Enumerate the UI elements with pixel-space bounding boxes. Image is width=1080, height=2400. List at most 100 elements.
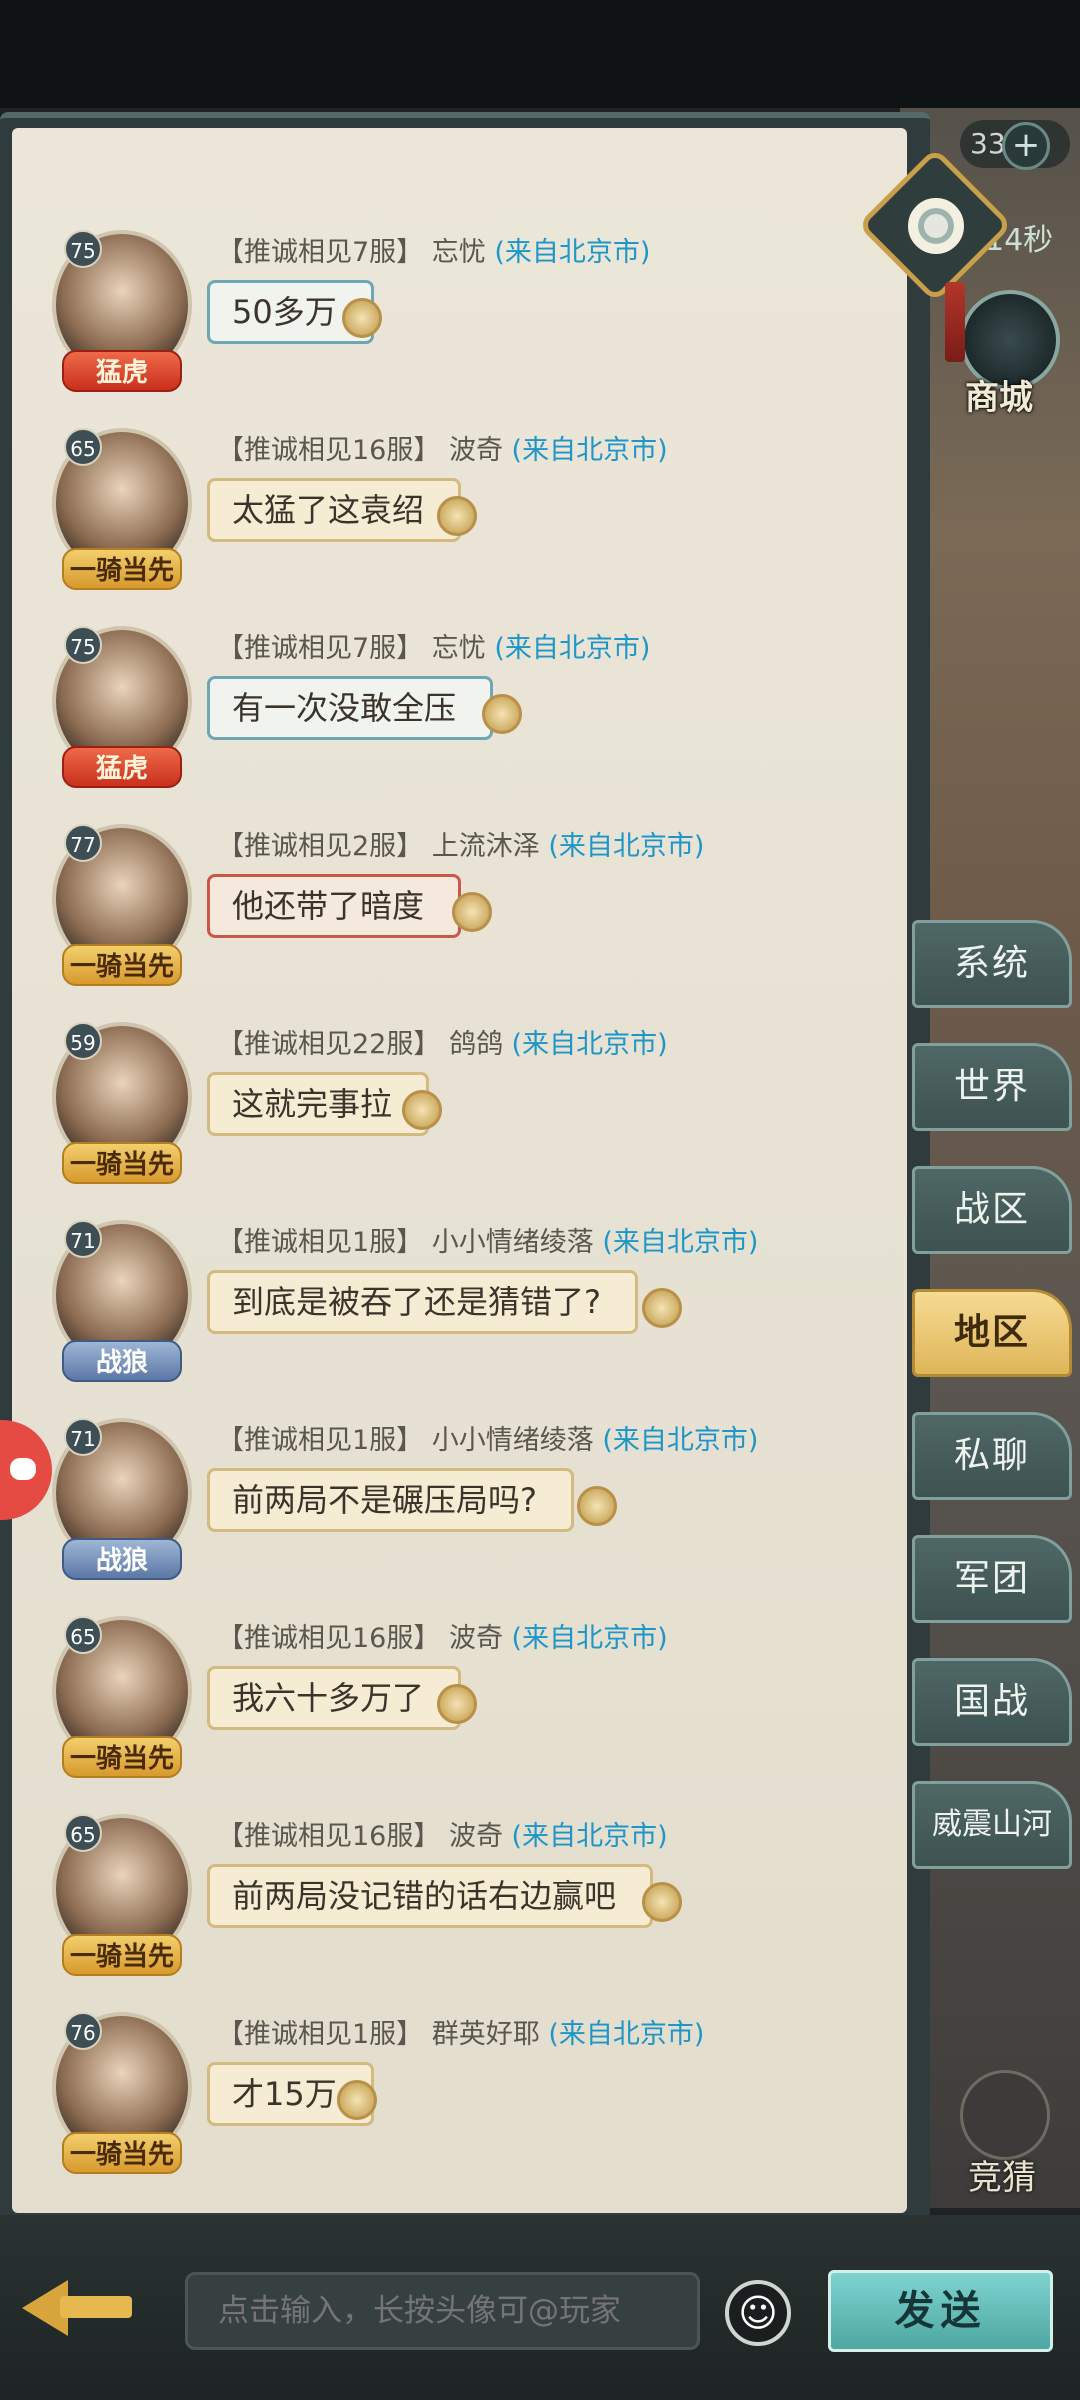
- player-name[interactable]: 群英好耶: [432, 2019, 540, 2050]
- server-tag: 【推诚相见7服】: [217, 633, 424, 664]
- shop-label[interactable]: 商城: [965, 370, 1033, 419]
- chat-message: 76 一骑当先 【推诚相见1服】 群英好耶 (来自北京市) 才15万: [12, 2002, 907, 2192]
- tab-weizhen-shanhe[interactable]: 威震山河: [912, 1781, 1072, 1869]
- message-header: 【推诚相见22服】 鸽鸽 (来自北京市): [217, 1022, 668, 1061]
- bubble-ornament: [402, 1090, 442, 1130]
- server-tag: 【推诚相见22服】: [217, 1029, 441, 1060]
- player-name[interactable]: 鸽鸽: [449, 1029, 503, 1060]
- level-badge: 75: [64, 626, 102, 664]
- server-tag: 【推诚相见1服】: [217, 2019, 424, 2050]
- level-badge: 71: [64, 1220, 102, 1258]
- bubble-ornament: [577, 1486, 617, 1526]
- location-tag: (来自北京市): [511, 1029, 668, 1060]
- bubble-ornament: [337, 2080, 377, 2120]
- message-bubble[interactable]: 前两局不是碾压局吗?: [207, 1468, 574, 1532]
- gear-center-icon: [908, 198, 964, 254]
- message-bubble[interactable]: 太猛了这袁绍: [207, 478, 462, 542]
- tab-private-chat[interactable]: 私聊: [912, 1412, 1072, 1500]
- bubble-ornament: [642, 1288, 682, 1328]
- bubble-ornament: [642, 1882, 682, 1922]
- bubble-ornament: [482, 694, 522, 734]
- message-bubble[interactable]: 有一次没敢全压: [207, 676, 494, 740]
- server-tag: 【推诚相见1服】: [217, 1227, 424, 1258]
- message-header: 【推诚相见1服】 小小情绪绫落 (来自北京市): [217, 1220, 758, 1259]
- guess-label[interactable]: 竞猜: [968, 2150, 1036, 2199]
- bubble-ornament: [437, 496, 477, 536]
- bubble-ornament: [452, 892, 492, 932]
- location-tag: (来自北京市): [494, 237, 651, 268]
- player-name[interactable]: 小小情绪绫落: [432, 1425, 594, 1456]
- chat-message: 71 战狼 【推诚相见1服】 小小情绪绫落 (来自北京市) 前两局不是碾压局吗?: [12, 1408, 907, 1598]
- message-bubble[interactable]: 他还带了暗度: [207, 874, 462, 938]
- message-header: 【推诚相见7服】 忘忧 (来自北京市): [217, 230, 650, 269]
- message-bubble[interactable]: 我六十多万了: [207, 1666, 462, 1730]
- message-header: 【推诚相见16服】 波奇 (来自北京市): [217, 1814, 668, 1853]
- send-button[interactable]: 发送: [828, 2270, 1053, 2352]
- back-button[interactable]: [10, 2250, 140, 2360]
- player-name[interactable]: 波奇: [449, 1623, 503, 1654]
- tab-nation-war[interactable]: 国战: [912, 1658, 1072, 1746]
- player-name[interactable]: 忘忧: [432, 237, 486, 268]
- message-bubble[interactable]: 前两局没记错的话右边赢吧: [207, 1864, 654, 1928]
- title-badge: 猛虎: [62, 350, 182, 392]
- message-bubble[interactable]: 这就完事拉: [207, 1072, 430, 1136]
- chat-message: 75 猛虎 【推诚相见7服】 忘忧 (来自北京市) 有一次没敢全压: [12, 616, 907, 806]
- level-badge: 76: [64, 2012, 102, 2050]
- player-name[interactable]: 忘忧: [432, 633, 486, 664]
- emoji-icon[interactable]: ☺: [725, 2280, 791, 2346]
- server-tag: 【推诚相见1服】: [217, 1425, 424, 1456]
- location-tag: (来自北京市): [602, 1425, 759, 1456]
- title-badge: 一骑当先: [62, 1934, 182, 1976]
- chat-message: 75 猛虎 【推诚相见7服】 忘忧 (来自北京市) 50多万: [12, 220, 907, 410]
- chat-message: 65 一骑当先 【推诚相见16服】 波奇 (来自北京市) 太猛了这袁绍: [12, 418, 907, 608]
- tab-region[interactable]: 地区: [912, 1289, 1072, 1377]
- level-badge: 59: [64, 1022, 102, 1060]
- location-tag: (来自北京市): [511, 1821, 668, 1852]
- chat-panel[interactable]: 75 猛虎 【推诚相见7服】 忘忧 (来自北京市) 50多万 65 一骑当先 【…: [12, 128, 907, 2213]
- player-name[interactable]: 上流沐泽: [432, 831, 540, 862]
- title-badge: 一骑当先: [62, 1736, 182, 1778]
- title-badge: 一骑当先: [62, 2132, 182, 2174]
- player-name[interactable]: 小小情绪绫落: [432, 1227, 594, 1258]
- location-tag: (来自北京市): [548, 831, 705, 862]
- level-badge: 65: [64, 1814, 102, 1852]
- level-badge: 75: [64, 230, 102, 268]
- chat-message: 65 一骑当先 【推诚相见16服】 波奇 (来自北京市) 我六十多万了: [12, 1606, 907, 1796]
- bubble-ornament: [342, 298, 382, 338]
- location-tag: (来自北京市): [548, 2019, 705, 2050]
- tab-system[interactable]: 系统: [912, 920, 1072, 1008]
- tab-battle-zone[interactable]: 战区: [912, 1166, 1072, 1254]
- message-header: 【推诚相见1服】 群英好耶 (来自北京市): [217, 2012, 704, 2051]
- level-badge: 65: [64, 1616, 102, 1654]
- server-tag: 【推诚相见7服】: [217, 237, 424, 268]
- player-name[interactable]: 波奇: [449, 435, 503, 466]
- status-bar: [0, 0, 1080, 108]
- title-badge: 一骑当先: [62, 1142, 182, 1184]
- chat-message: 77 一骑当先 【推诚相见2服】 上流沐泽 (来自北京市) 他还带了暗度: [12, 814, 907, 1004]
- tab-legion[interactable]: 军团: [912, 1535, 1072, 1623]
- title-badge: 一骑当先: [62, 548, 182, 590]
- tassel-ornament: [945, 282, 965, 362]
- message-bubble[interactable]: 到底是被吞了还是猜错了?: [207, 1270, 638, 1334]
- chat-message: 71 战狼 【推诚相见1服】 小小情绪绫落 (来自北京市) 到底是被吞了还是猜错…: [12, 1210, 907, 1400]
- title-badge: 一骑当先: [62, 944, 182, 986]
- tab-world[interactable]: 世界: [912, 1043, 1072, 1131]
- level-badge: 71: [64, 1418, 102, 1456]
- message-header: 【推诚相见2服】 上流沐泽 (来自北京市): [217, 824, 704, 863]
- player-name[interactable]: 波奇: [449, 1821, 503, 1852]
- message-header: 【推诚相见16服】 波奇 (来自北京市): [217, 1616, 668, 1655]
- dice-icon[interactable]: [960, 2070, 1050, 2160]
- bubble-ornament: [437, 1684, 477, 1724]
- server-tag: 【推诚相见16服】: [217, 1821, 441, 1852]
- location-tag: (来自北京市): [602, 1227, 759, 1258]
- location-tag: (来自北京市): [494, 633, 651, 664]
- chat-input[interactable]: [185, 2272, 700, 2350]
- message-header: 【推诚相见1服】 小小情绪绫落 (来自北京市): [217, 1418, 758, 1457]
- chat-message: 65 一骑当先 【推诚相见16服】 波奇 (来自北京市) 前两局没记错的话右边赢…: [12, 1804, 907, 1994]
- chat-message: 59 一骑当先 【推诚相见22服】 鸽鸽 (来自北京市) 这就完事拉: [12, 1012, 907, 1202]
- title-badge: 战狼: [62, 1538, 182, 1580]
- server-tag: 【推诚相见2服】: [217, 831, 424, 862]
- plus-icon[interactable]: +: [1002, 122, 1050, 170]
- location-tag: (来自北京市): [511, 1623, 668, 1654]
- location-tag: (来自北京市): [511, 435, 668, 466]
